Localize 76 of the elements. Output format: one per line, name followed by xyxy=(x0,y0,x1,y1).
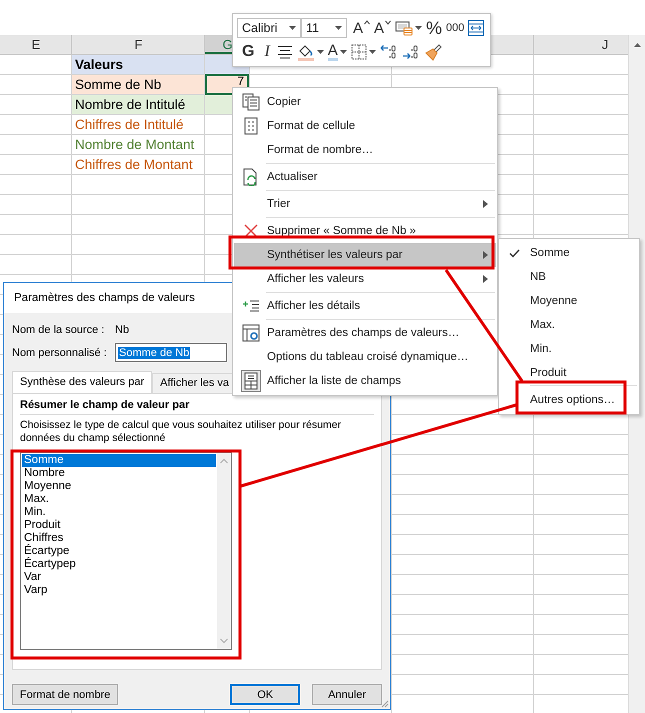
menu-item[interactable]: Format de cellule xyxy=(234,114,496,138)
table-cell-text: Chiffres de Intitulé xyxy=(74,116,185,134)
decimal-arrow-icon xyxy=(380,44,398,60)
menu-item[interactable]: Trier xyxy=(234,192,496,216)
list-item[interactable]: Var xyxy=(22,571,216,584)
paint-bucket-icon xyxy=(296,44,315,60)
column-header[interactable]: F xyxy=(72,35,205,54)
custom-name-label: Nom personnalisé : xyxy=(12,346,108,358)
caret-icon xyxy=(289,26,296,30)
tab[interactable]: Synthèse des valeurs par xyxy=(12,371,152,393)
list-item[interactable]: Varp xyxy=(22,584,216,597)
column-header[interactable]: E xyxy=(0,35,72,54)
caret-icon xyxy=(415,26,422,30)
section-title: Résumer le champ de valeur par xyxy=(20,399,190,411)
menu-item[interactable]: Autres options… xyxy=(499,388,639,412)
table-cell: Somme de Nb xyxy=(72,75,204,94)
field-settings-icon xyxy=(242,324,260,342)
caret-icon xyxy=(385,20,392,25)
copy-icon xyxy=(242,93,260,111)
font-size-dropdown[interactable]: 11 xyxy=(301,18,347,38)
align-center-icon xyxy=(276,45,293,59)
font-color-button[interactable]: A xyxy=(326,41,349,63)
refresh-icon xyxy=(242,168,258,186)
wrap-button[interactable] xyxy=(466,17,486,39)
format-button[interactable]: 000 xyxy=(444,17,466,39)
list-item[interactable]: Chiffres xyxy=(22,532,216,545)
resize-grip-icon[interactable] xyxy=(381,700,389,708)
borders-icon xyxy=(350,44,367,60)
list-item[interactable]: Écartypep xyxy=(22,558,216,571)
menu-item[interactable]: Supprimer « Somme de Nb » xyxy=(234,219,496,243)
list-item[interactable]: Nombre xyxy=(22,467,216,480)
column-header[interactable]: J xyxy=(534,35,628,54)
format-button[interactable]: % xyxy=(424,17,444,39)
dialog-button[interactable]: OK xyxy=(230,684,300,705)
list-item[interactable]: Somme xyxy=(22,454,216,467)
menu-item[interactable]: Produit xyxy=(499,361,639,385)
list-item[interactable]: Moyenne xyxy=(22,480,216,493)
custom-name-field[interactable]: Somme de Nb xyxy=(115,343,227,362)
table-cell-text: Nombre de Montant xyxy=(74,136,196,154)
list-item[interactable]: Max. xyxy=(22,493,216,506)
menu-item[interactable]: Synthétiser les valeurs par xyxy=(234,243,496,267)
source-label: Nom de la source : xyxy=(12,324,106,336)
expand-list-icon xyxy=(242,300,260,312)
italic-button[interactable]: I xyxy=(259,41,275,63)
menu-item[interactable]: Paramètres des champs de valeurs… xyxy=(234,321,496,345)
menu-item[interactable]: Min. xyxy=(499,337,639,361)
list-item[interactable]: Min. xyxy=(22,506,216,519)
paintbrush-icon xyxy=(424,44,442,60)
list-item[interactable]: Produit xyxy=(22,519,216,532)
list-item[interactable]: Écartype xyxy=(22,545,216,558)
cell-style-icon xyxy=(395,20,414,36)
table-cell: Nombre de Intitulé xyxy=(72,95,204,114)
table-cell-text: Chiffres de Montant xyxy=(74,156,194,174)
menu-item[interactable]: Moyenne xyxy=(499,289,639,313)
merge-cells-icon xyxy=(468,20,484,36)
description-text: Choisissez le type de calcul que vous souhaitez utiliser pour résumer données du champ sélectionné xyxy=(20,419,342,445)
delete-icon xyxy=(244,224,258,238)
menu-item[interactable]: Somme xyxy=(499,241,639,265)
decimal-arrow-icon xyxy=(402,44,420,60)
menu-item[interactable]: NB xyxy=(499,265,639,289)
field-list-icon xyxy=(240,370,260,392)
source-value: Nb xyxy=(115,324,130,336)
caret-icon xyxy=(364,20,370,25)
menu-item[interactable]: Max. xyxy=(499,313,639,337)
caret-icon xyxy=(335,26,342,30)
dialog-button[interactable]: Format de nombre xyxy=(12,684,118,705)
dialog-button[interactable]: Annuler xyxy=(312,684,382,705)
font-dropdown[interactable]: Calibri xyxy=(237,18,301,38)
shrink-font-button[interactable]: A xyxy=(372,17,394,39)
function-list[interactable]: Somme Nombre Moyenne Max. Min. Produit Chiffres Écartype Écartypep Var Varp xyxy=(20,452,232,650)
menu-item[interactable]: Options du tableau croisé dynamique… xyxy=(234,345,496,369)
grow-font-button[interactable]: A xyxy=(351,17,372,39)
table-cell: Valeurs xyxy=(72,55,204,74)
format-cells-icon xyxy=(244,117,258,135)
menu-item[interactable]: Actualiser xyxy=(234,165,496,189)
menu-item[interactable]: Format de nombre… xyxy=(234,138,496,162)
